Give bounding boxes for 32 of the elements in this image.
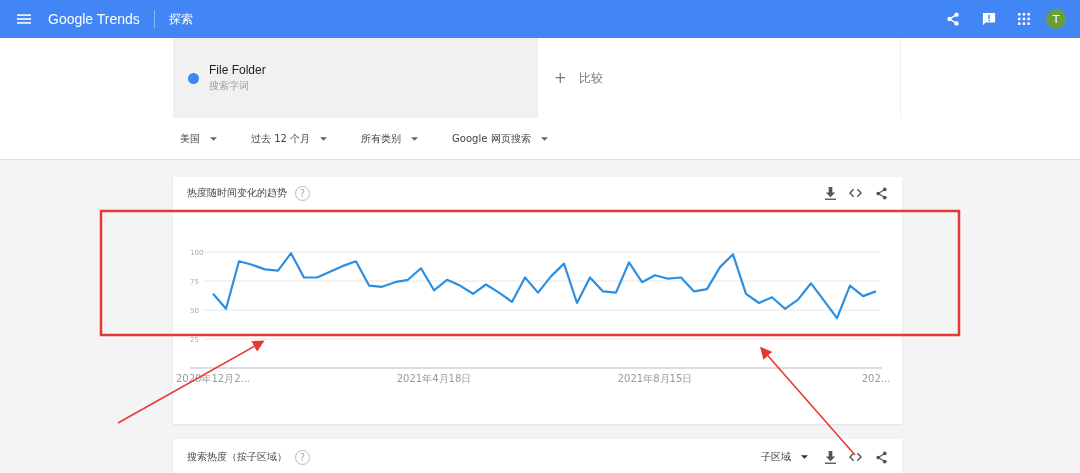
caret-icon [320,136,328,141]
compare-button[interactable]: + 比较 [538,38,901,118]
page-title: 探索 [168,10,193,28]
embed-icon[interactable] [849,452,862,462]
x-axis-label: 2021年8月15日 [617,373,693,384]
logo[interactable]: Google Trends [48,11,140,27]
embed-icon[interactable] [849,188,862,198]
share-icon[interactable] [875,450,888,464]
share-icon[interactable] [875,186,888,200]
download-icon[interactable] [825,450,836,464]
region-dropdown[interactable]: 子区域 [761,450,808,464]
download-icon[interactable] [825,186,836,200]
term-type: 搜索字词 [209,79,250,93]
filter-dropdown[interactable]: 美国 [180,131,217,146]
term-name: File Folder [209,63,266,77]
card-title: 搜索热度（按子区域） [187,450,287,464]
term-dot-icon [188,72,199,84]
caret-icon [540,136,548,141]
filter-dropdown[interactable]: 所有类别 [361,131,419,146]
filter-dropdown[interactable]: Google 网页搜索 [452,131,548,146]
menu-icon[interactable] [17,14,31,24]
x-axis-label: 202... [861,373,891,384]
caret-icon [210,136,217,141]
filter-dropdown[interactable]: 过去 12 个月 [251,131,328,146]
caret-icon [801,455,808,459]
x-axis-label: 2021年4月18日 [396,373,472,384]
share-icon[interactable] [946,12,960,26]
feedback-icon[interactable] [982,12,996,26]
search-term-card[interactable]: File Folder 搜索字词 [173,38,538,118]
caret-icon [411,136,419,141]
card-title: 热度随时间变化的趋势 [187,186,287,200]
apps-icon[interactable] [1018,13,1030,25]
